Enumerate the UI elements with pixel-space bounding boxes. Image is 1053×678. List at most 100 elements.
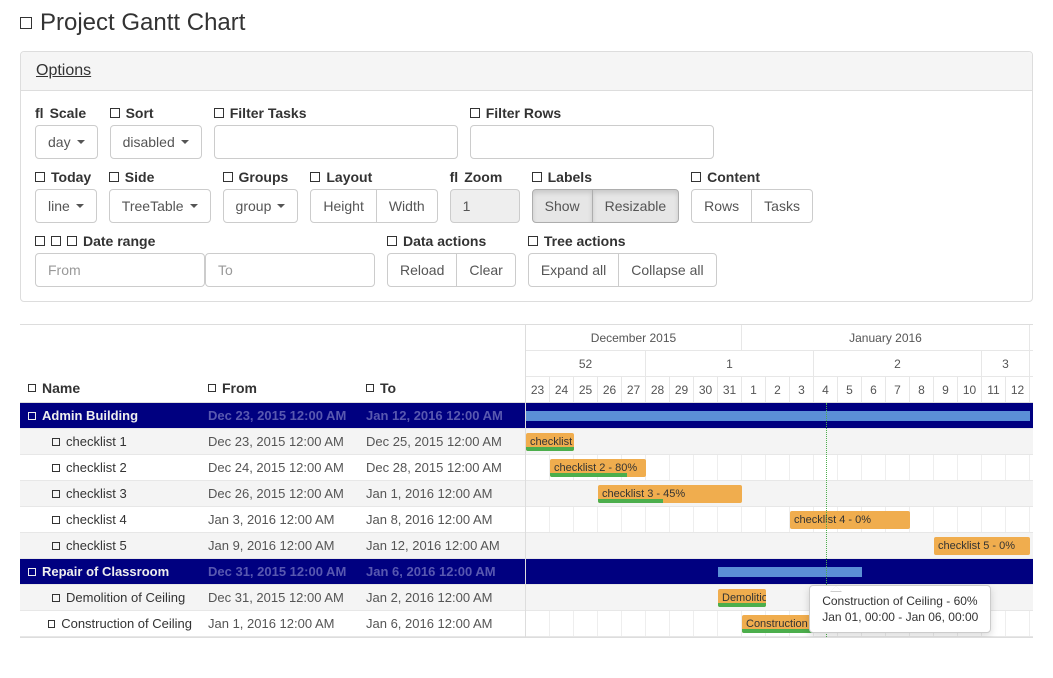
table-row[interactable]: Demolition of Ceiling Dec 31, 2015 12:00 …	[20, 585, 525, 611]
page-title: Project Gantt Chart	[20, 9, 1033, 37]
row-from: Dec 26, 2015 12:00 AM	[200, 486, 358, 501]
day-header: 3	[790, 377, 814, 402]
rows-button[interactable]: Rows	[691, 189, 752, 223]
table-row[interactable]: checklist 3Dec 26, 2015 12:00 AMJan 1, 2…	[20, 481, 525, 507]
search-icon: fl	[35, 105, 44, 121]
day-header: 26	[598, 377, 622, 402]
scale-select[interactable]: day	[35, 125, 98, 159]
date-from-input[interactable]	[35, 253, 205, 287]
row-from: Dec 24, 2015 12:00 AM	[200, 460, 358, 475]
day-header: 28	[646, 377, 670, 402]
show-button[interactable]: Show	[532, 189, 593, 223]
gantt-group-bar[interactable]	[526, 411, 1030, 421]
expand-button[interactable]: Expand all	[528, 253, 619, 287]
gantt-task-bar[interactable]: checklist 3 - 45%	[598, 485, 742, 503]
tasks-button[interactable]: Tasks	[751, 189, 813, 223]
row-to: Jan 1, 2016 12:00 AM	[358, 486, 525, 501]
col-header-name[interactable]: Name	[20, 374, 200, 402]
sort-select[interactable]: disabled	[110, 125, 202, 159]
gantt-task-bar[interactable]: checklist 4 - 0%	[790, 511, 910, 529]
width-button[interactable]: Width	[376, 189, 438, 223]
clear-button[interactable]: Clear	[456, 253, 515, 287]
calendar-icon	[35, 236, 45, 246]
day-header: 10	[958, 377, 982, 402]
table-row[interactable]: Admin BuildingDec 23, 2015 12:00 AMJan 1…	[20, 403, 525, 429]
collapse-button[interactable]: Collapse all	[618, 253, 716, 287]
table-row[interactable]: Construction of CeilingJan 1, 2016 12:00…	[20, 611, 525, 637]
gantt-task-bar[interactable]: checklist 5 - 0%	[934, 537, 1030, 555]
day-header: 23	[526, 377, 550, 402]
filter-icon	[214, 108, 224, 118]
filter-icon	[470, 108, 480, 118]
task-tooltip: Construction of Ceiling - 60% Jan 01, 00:…	[809, 585, 991, 633]
day-header: 27	[622, 377, 646, 402]
timeline-row: checklist 2 - 80%	[526, 455, 1033, 481]
task-icon	[52, 542, 60, 550]
row-name: Demolition of Ceiling	[66, 590, 185, 605]
side-icon	[109, 172, 119, 182]
gantt-group-bar[interactable]	[718, 567, 862, 577]
tree-icon	[528, 236, 538, 246]
task-icon	[52, 464, 60, 472]
collapse-icon[interactable]	[28, 412, 36, 420]
collapse-icon[interactable]	[28, 568, 36, 576]
week-header: 1	[646, 351, 814, 376]
col-header-from[interactable]: From	[200, 374, 358, 402]
layout-icon	[310, 172, 320, 182]
table-row[interactable]: Repair of Classroom Dec 31, 2015 12:00 AM…	[20, 559, 525, 585]
row-name: Repair of Classroom	[42, 564, 169, 579]
table-row[interactable]: checklist 4 Jan 3, 2016 12:00 AMJan 8, 20…	[20, 507, 525, 533]
row-from: Jan 3, 2016 12:00 AM	[200, 512, 358, 527]
options-panel: Options flScaleday Sortdisabled Filter T…	[20, 51, 1033, 302]
today-select[interactable]: line	[35, 189, 97, 223]
resizable-button[interactable]: Resizable	[592, 189, 679, 223]
row-from: Dec 31, 2015 12:00 AM	[200, 590, 358, 605]
zoom-input[interactable]	[450, 189, 520, 223]
row-name: checklist 5	[66, 538, 127, 553]
task-label: checklist 3 - 45%	[598, 488, 689, 500]
gantt-task-bar[interactable]: checklist 2 - 80%	[550, 459, 646, 477]
task-icon	[48, 620, 55, 628]
timeline-row	[526, 403, 1033, 429]
row-from: Dec 23, 2015 12:00 AM	[200, 434, 358, 449]
sort-icon	[110, 108, 120, 118]
date-to-input[interactable]	[205, 253, 375, 287]
row-name: checklist 1	[66, 434, 127, 449]
day-header: 1	[742, 377, 766, 402]
row-from: Dec 31, 2015 12:00 AM	[200, 564, 358, 579]
table-row[interactable]: checklist 5Jan 9, 2016 12:00 AMJan 12, 2…	[20, 533, 525, 559]
week-header: 2	[814, 351, 982, 376]
height-button[interactable]: Height	[310, 189, 376, 223]
options-toggle[interactable]: Options	[36, 62, 91, 79]
row-to: Jan 12, 2016 12:00 AM	[358, 408, 525, 423]
table-row[interactable]: checklist 2Dec 24, 2015 12:00 AMDec 28, …	[20, 455, 525, 481]
col-header-to[interactable]: To	[358, 374, 525, 402]
reload-button[interactable]: Reload	[387, 253, 457, 287]
options-header[interactable]: Options	[21, 52, 1032, 91]
row-to: Jan 12, 2016 12:00 AM	[358, 538, 525, 553]
row-to: Jan 8, 2016 12:00 AM	[358, 512, 525, 527]
row-to: Dec 28, 2015 12:00 AM	[358, 460, 525, 475]
table-row[interactable]: checklist 1Dec 23, 2015 12:00 AMDec 25, …	[20, 429, 525, 455]
timeline-row: checklist 3 - 45%	[526, 481, 1033, 507]
sort-icon	[208, 384, 216, 392]
day-header: 7	[886, 377, 910, 402]
gantt-task-bar[interactable]: Demolition of Ceiling - 100%	[718, 589, 766, 607]
timeline-row	[526, 559, 1033, 585]
day-header: 30	[694, 377, 718, 402]
side-select[interactable]: TreeTable	[109, 189, 211, 223]
task-label: checklist 5 - 0%	[934, 540, 1019, 552]
row-to: Jan 6, 2016 12:00 AM	[358, 564, 525, 579]
task-label: Demolition of Ceiling - 100%	[718, 592, 766, 604]
labels-icon	[532, 172, 542, 182]
row-name: checklist 4	[66, 512, 127, 527]
filter-rows-input[interactable]	[470, 125, 714, 159]
sort-icon	[366, 384, 374, 392]
gantt-task-bar[interactable]: checklist 1 - 100%	[526, 433, 574, 451]
tooltip-title: Construction of Ceiling - 60%	[822, 594, 978, 608]
row-name: Construction of Ceiling	[61, 616, 192, 631]
tooltip-dates: Jan 01, 00:00 - Jan 06, 00:00	[822, 610, 978, 624]
groups-select[interactable]: group	[223, 189, 299, 223]
filter-tasks-input[interactable]	[214, 125, 458, 159]
row-to: Jan 6, 2016 12:00 AM	[358, 616, 525, 631]
